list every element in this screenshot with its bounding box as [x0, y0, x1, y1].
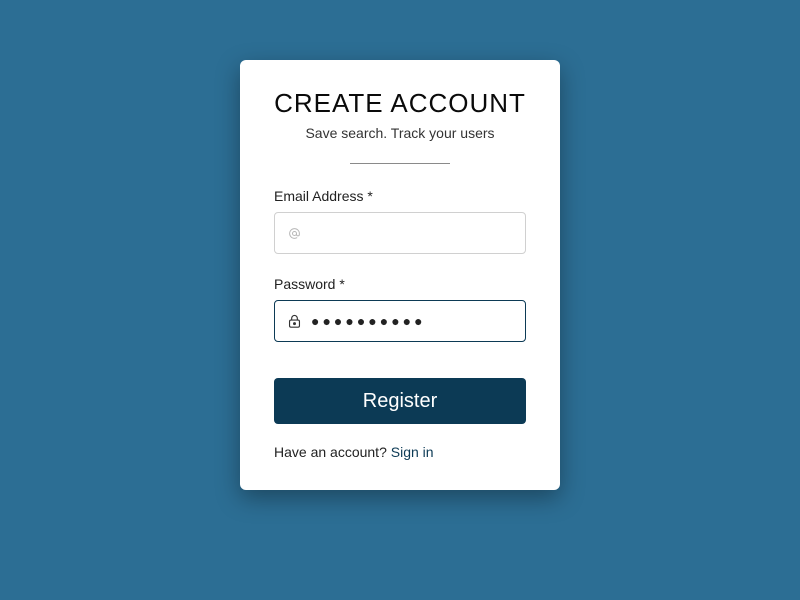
lock-icon [285, 312, 303, 330]
register-card: CREATE ACCOUNT Save search. Track your u… [240, 60, 560, 490]
email-input-wrap[interactable] [274, 212, 526, 254]
email-label: Email Address * [274, 188, 526, 204]
signin-link[interactable]: Sign in [391, 444, 434, 460]
signin-prompt: Have an account? [274, 444, 391, 460]
card-title: CREATE ACCOUNT [274, 88, 526, 119]
divider [350, 163, 450, 164]
card-subtitle: Save search. Track your users [274, 125, 526, 141]
at-icon [285, 224, 303, 242]
email-input[interactable] [303, 225, 515, 241]
signin-row: Have an account? Sign in [274, 444, 526, 460]
password-input-wrap[interactable]: ●●●●●●●●●● [274, 300, 526, 342]
register-button[interactable]: Register [274, 378, 526, 424]
password-label: Password * [274, 276, 526, 292]
password-mask: ●●●●●●●●●● [303, 313, 426, 329]
